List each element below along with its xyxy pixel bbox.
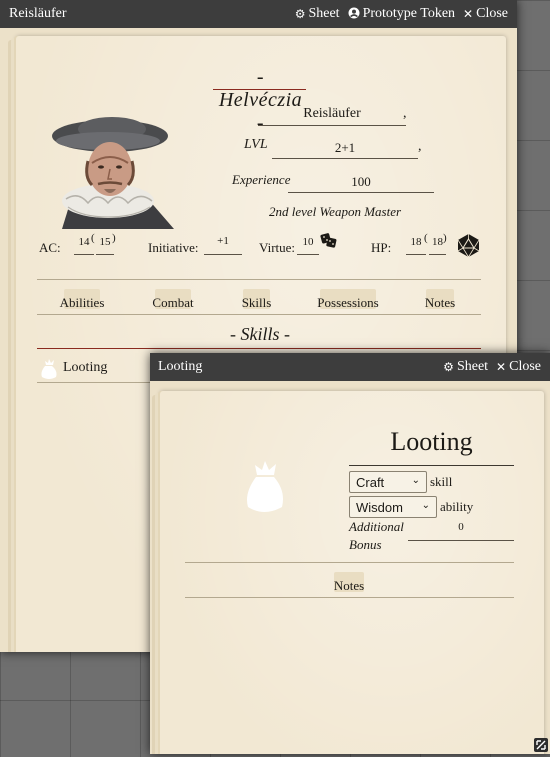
- experience-label: Experience: [232, 172, 291, 187]
- ac-close-paren: ): [112, 232, 116, 244]
- initiative-field[interactable]: +1: [204, 235, 242, 247]
- dice-icon: [320, 233, 337, 248]
- d20-icon: [457, 234, 480, 258]
- bonus-label: Bonus: [349, 537, 382, 552]
- virtue-roll-button[interactable]: [320, 233, 337, 253]
- sheet-label: Sheet: [308, 6, 340, 21]
- ac-underline: [74, 254, 94, 255]
- virtue-label: Virtue:: [259, 240, 296, 255]
- initiative-label: Initiative:: [148, 240, 199, 255]
- item-tab-notes[interactable]: Notes: [318, 578, 380, 594]
- ac-label: AC:: [39, 240, 61, 255]
- window-header[interactable]: Reisläufer ⚙ Sheet Prototype Token ✕ Clo…: [0, 0, 517, 28]
- item-sheet-label: Sheet: [456, 359, 489, 374]
- skill-type-suffix: skill: [430, 474, 453, 489]
- tab-notes[interactable]: Notes: [410, 295, 470, 311]
- item-window-header[interactable]: Looting ⚙ Sheet ✕ Close: [150, 353, 550, 381]
- list-item-label: Looting: [63, 360, 108, 375]
- resize-icon: [536, 740, 546, 750]
- name-underline: [213, 89, 306, 90]
- item-sheet-config-button[interactable]: ⚙ Sheet: [443, 359, 488, 375]
- bonus-field[interactable]: 0: [408, 521, 514, 533]
- section-title: - Skills -: [230, 324, 290, 344]
- hp-field[interactable]: 18: [406, 236, 426, 248]
- tabs-divider: [37, 314, 481, 315]
- item-sheet-body: Looting Craft ⌄ skill Wisdom ⌄ ability A…: [150, 381, 550, 754]
- item-divider: [185, 562, 514, 563]
- item-window-title: Looting: [158, 359, 203, 374]
- item-close-label: Close: [509, 359, 541, 374]
- tab-skills[interactable]: Skills: [228, 295, 285, 311]
- class-comma: ,: [403, 106, 407, 121]
- chevron-down-icon: ⌄: [421, 500, 430, 511]
- lvl-label: LVL: [244, 137, 268, 152]
- hp-roll-button[interactable]: [456, 233, 481, 263]
- close-label: Close: [476, 6, 508, 21]
- hp-label: HP:: [371, 240, 392, 255]
- character-description: 2nd level Weapon Master: [269, 204, 402, 219]
- item-sheet-window: Looting ⚙ Sheet ✕ Close Looting Craft ⌄ …: [150, 353, 550, 754]
- lvl-underline: [272, 158, 418, 159]
- user-circle-icon: [348, 7, 360, 21]
- gear-icon: ⚙: [294, 7, 306, 21]
- character-portrait[interactable]: [48, 111, 174, 229]
- list-item-divider: [37, 382, 157, 383]
- resize-handle[interactable]: [534, 738, 548, 752]
- loot-bag-icon: [41, 359, 57, 379]
- tab-abilities[interactable]: Abilities: [52, 295, 112, 311]
- virtue-field[interactable]: 10: [297, 236, 319, 248]
- hp-close-paren: ): [443, 232, 447, 244]
- hp-max-underline: [429, 254, 446, 255]
- skill-type-select[interactable]: Craft ⌄: [349, 471, 427, 493]
- section-underline: [37, 348, 481, 349]
- class-name-field[interactable]: Reisläufer: [258, 106, 406, 122]
- item-image[interactable]: [242, 459, 288, 515]
- close-icon: ✕: [496, 360, 507, 374]
- item-name-underline: [349, 465, 514, 466]
- ability-suffix: ability: [440, 499, 474, 514]
- initiative-underline: [204, 254, 242, 255]
- item-tabs-divider: [185, 597, 514, 598]
- portrait-image: [52, 117, 174, 229]
- virtue-underline: [297, 254, 319, 255]
- ability-select[interactable]: Wisdom ⌄: [349, 496, 437, 518]
- tab-combat[interactable]: Combat: [143, 295, 203, 311]
- skill-type-value: Craft: [356, 475, 385, 490]
- ac-open-paren: (: [91, 232, 95, 244]
- close-button[interactable]: ✕ Close: [463, 6, 508, 22]
- hp-underline: [406, 254, 426, 255]
- item-name-field[interactable]: Looting: [349, 427, 514, 457]
- close-icon: ✕: [463, 7, 474, 21]
- chevron-down-icon: ⌄: [411, 475, 420, 486]
- item-close-button[interactable]: ✕ Close: [496, 359, 541, 375]
- hp-open-paren: (: [424, 232, 428, 244]
- tab-possessions[interactable]: Possessions: [308, 295, 388, 311]
- experience-field[interactable]: 100: [288, 174, 434, 190]
- class-underline: [258, 125, 406, 126]
- lvl-field[interactable]: 2+1: [272, 140, 418, 156]
- gear-icon: ⚙: [443, 360, 454, 374]
- bonus-underline: [408, 540, 514, 541]
- prototype-token-button[interactable]: Prototype Token: [348, 6, 455, 22]
- stats-divider: [37, 279, 481, 280]
- sheet-config-button[interactable]: ⚙ Sheet: [295, 6, 340, 22]
- ac-alt-underline: [96, 254, 114, 255]
- lvl-comma: ,: [418, 139, 422, 154]
- section-title-text: Skills: [240, 324, 280, 344]
- ability-value: Wisdom: [356, 500, 403, 515]
- window-title: Reisläufer: [9, 6, 67, 21]
- experience-underline: [288, 192, 434, 193]
- additional-label: Additional: [349, 519, 404, 534]
- prototype-token-label: Prototype Token: [362, 6, 456, 21]
